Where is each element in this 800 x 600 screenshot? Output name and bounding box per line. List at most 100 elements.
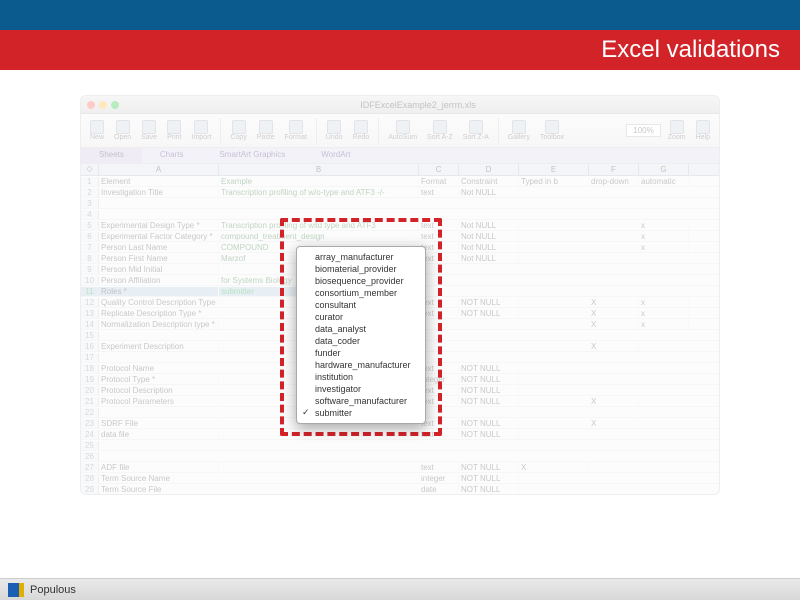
cell[interactable]: Normalization Description type * [99,320,219,329]
row-number[interactable]: 5 [81,221,99,230]
toolbar-import[interactable]: Import [189,120,215,141]
cell[interactable]: text [419,463,459,472]
cell[interactable]: drop-down [589,177,639,186]
cell[interactable]: NOT NULL [459,386,519,395]
cell[interactable]: ADF file [99,463,219,472]
col-header-a[interactable]: A [99,164,219,175]
cell[interactable]: X [589,309,639,318]
cell[interactable]: compound_treatment_design [219,232,419,241]
toolbar-autosum[interactable]: AutoSum [385,120,420,141]
row-number[interactable]: 29 [81,485,99,494]
close-icon[interactable] [87,101,95,109]
cell[interactable]: X [589,397,639,406]
toolbar-gallery[interactable]: Gallery [505,120,533,141]
row-number[interactable]: 8 [81,254,99,263]
toolbar-sort-az[interactable]: Sort A-Z [424,120,456,141]
col-header-e[interactable]: E [519,164,589,175]
cell[interactable]: NOT NULL [459,430,519,439]
row-number[interactable]: 4 [81,210,99,219]
row-number[interactable]: 20 [81,386,99,395]
cell[interactable]: Person Mid Initial [99,265,219,274]
dropdown-item[interactable]: consortium_member [297,287,425,299]
toolbar-undo[interactable]: Undo [323,120,346,141]
cell[interactable]: Experiment Description [99,342,219,351]
row-number[interactable]: 28 [81,474,99,483]
row-number[interactable]: 27 [81,463,99,472]
roles-dropdown[interactable]: array_manufacturerbiomaterial_providerbi… [296,246,426,424]
row-number[interactable]: 13 [81,309,99,318]
cell[interactable]: Protocol Type * [99,375,219,384]
dropdown-item[interactable]: consultant [297,299,425,311]
cell[interactable]: NOT NULL [459,397,519,406]
cell[interactable]: Investigation Title [99,188,219,197]
table-row[interactable]: 26 [81,451,719,462]
col-header-d[interactable]: D [459,164,519,175]
table-row[interactable]: 6Experimental Factor Category *compound_… [81,231,719,242]
cell[interactable]: Element [99,177,219,186]
dropdown-item[interactable]: institution [297,371,425,383]
cell[interactable]: Replicate Description Type * [99,309,219,318]
row-number[interactable]: 25 [81,441,99,450]
cell[interactable]: NOT NULL [459,419,519,428]
cell[interactable]: integer [419,474,459,483]
cell[interactable]: text [419,430,459,439]
row-number[interactable]: 26 [81,452,99,461]
col-header-b[interactable]: B [219,164,419,175]
cell[interactable]: Not NULL [459,188,519,197]
row-number[interactable]: 19 [81,375,99,384]
table-row[interactable]: 3 [81,198,719,209]
cell[interactable]: Term Source Name [99,474,219,483]
row-number[interactable]: 6 [81,232,99,241]
cell[interactable]: x [639,298,689,307]
cell[interactable]: NOT NULL [459,463,519,472]
cell[interactable]: X [589,419,639,428]
cell[interactable]: Protocol Parameters [99,397,219,406]
cell[interactable]: date [419,485,459,494]
col-header-c[interactable]: C [419,164,459,175]
cell[interactable]: text [419,188,459,197]
cell[interactable]: NOT NULL [459,375,519,384]
cell[interactable]: Typed in b [519,177,589,186]
dropdown-item[interactable]: hardware_manufacturer [297,359,425,371]
table-row[interactable]: 28Term Source NameintegerNOT NULL [81,473,719,484]
col-header-g[interactable]: G [639,164,689,175]
toolbar-save[interactable]: Save [138,120,160,141]
dropdown-item[interactable]: software_manufacturer [297,395,425,407]
table-row[interactable]: 1ElementExampleFormatConstraintTyped in … [81,176,719,187]
row-number[interactable]: 23 [81,419,99,428]
cell[interactable]: Transcription profiling of w/o-type and … [219,188,419,197]
table-row[interactable]: 25 [81,440,719,451]
dropdown-item[interactable]: submitter [297,407,425,419]
cell[interactable]: Term Source File [99,485,219,494]
toolbar-zoom[interactable]: Zoom [665,120,689,141]
toolbar-print[interactable]: Print [164,120,184,141]
cell[interactable]: Protocol Name [99,364,219,373]
cell[interactable]: x [639,232,689,241]
table-row[interactable]: 24data filetextNOT NULL [81,429,719,440]
cell[interactable]: X [589,320,639,329]
zoom-field[interactable]: 100% [626,124,660,137]
cell[interactable]: Person Last Name [99,243,219,252]
cell[interactable]: Experimental Design Type * [99,221,219,230]
row-number[interactable]: 21 [81,397,99,406]
table-row[interactable]: 5Experimental Design Type *Transcription… [81,220,719,231]
cell[interactable]: Not NULL [459,232,519,241]
row-number[interactable]: 10 [81,276,99,285]
cell[interactable]: x [639,221,689,230]
row-number[interactable]: 9 [81,265,99,274]
toolbar-format[interactable]: Format [282,120,310,141]
cell[interactable]: x [639,243,689,252]
cell[interactable]: Example [219,177,419,186]
cell[interactable]: Person Affiliation [99,276,219,285]
row-number[interactable]: 17 [81,353,99,362]
dropdown-item[interactable]: investigator [297,383,425,395]
dropdown-item[interactable]: funder [297,347,425,359]
cell[interactable]: Roles * [99,287,219,296]
toolbar-open[interactable]: Open [111,120,134,141]
row-number[interactable]: 22 [81,408,99,417]
cell[interactable]: X [589,342,639,351]
toolbar-redo[interactable]: Redo [350,120,373,141]
row-number[interactable]: 1 [81,177,99,186]
dropdown-item[interactable]: array_manufacturer [297,251,425,263]
cell[interactable]: NOT NULL [459,298,519,307]
